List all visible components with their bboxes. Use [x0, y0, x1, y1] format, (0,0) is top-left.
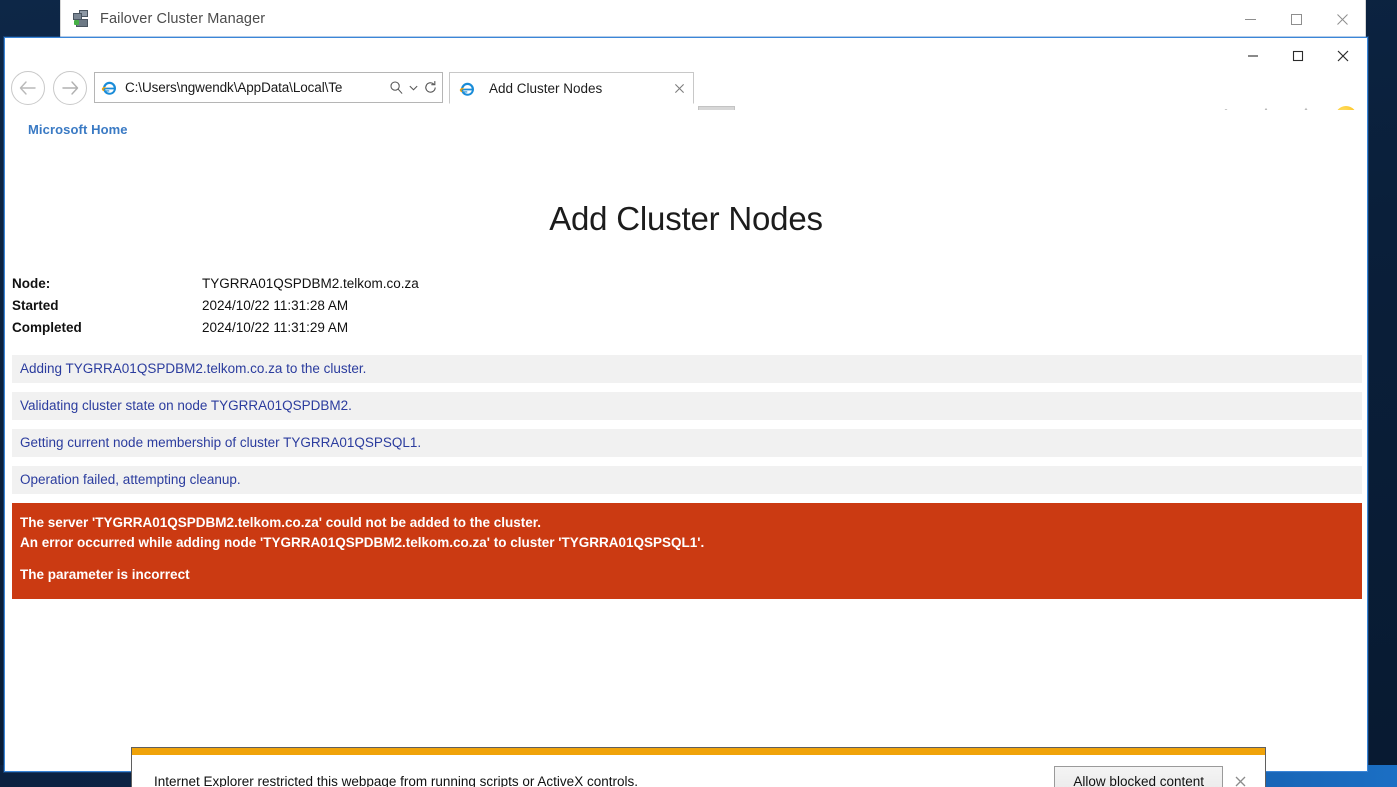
log-entry: Adding TYGRRA01QSPDBM2.telkom.co.za to t…	[12, 355, 1362, 383]
internet-explorer-icon	[458, 79, 477, 98]
notification-message: Internet Explorer restricted this webpag…	[154, 773, 638, 787]
address-bar[interactable]: C:\Users\ngwendk\AppData\Local\Te	[94, 72, 443, 103]
metadata-value: TYGRRA01QSPDBM2.telkom.co.za	[202, 276, 419, 291]
fcm-minimize-button[interactable]	[1227, 0, 1273, 38]
internet-explorer-icon	[100, 78, 119, 97]
metadata-value: 2024/10/22 11:31:28 AM	[202, 298, 349, 313]
fcm-maximize-button[interactable]	[1273, 0, 1319, 38]
forward-arrow-icon[interactable]	[53, 71, 87, 105]
back-arrow-icon[interactable]	[11, 71, 45, 105]
page-title: Add Cluster Nodes	[549, 200, 823, 237]
ie-navigation-row: C:\Users\ngwendk\AppData\Local\Te Add Cl…	[5, 66, 1367, 110]
chevron-down-icon[interactable]	[408, 82, 419, 93]
metadata-row: Completed 2024/10/22 11:31:29 AM	[12, 320, 1362, 342]
job-metadata: Node: TYGRRA01QSPDBM2.telkom.co.za Start…	[12, 276, 1362, 342]
refresh-icon[interactable]	[423, 80, 438, 95]
metadata-label: Started	[12, 298, 59, 313]
cluster-icon	[73, 10, 91, 28]
fcm-window-title: Failover Cluster Manager	[100, 11, 266, 27]
error-line-3: The parameter is incorrect	[20, 567, 190, 582]
webpage-content: Microsoft Home Add Cluster Nodes Node: T…	[6, 110, 1366, 771]
log-entry: Operation failed, attempting cleanup.	[12, 466, 1362, 494]
tab-close-icon[interactable]	[671, 80, 687, 96]
tab-label: Add Cluster Nodes	[489, 80, 603, 96]
failover-cluster-manager-window[interactable]: Failover Cluster Manager	[60, 0, 1366, 40]
microsoft-home-link[interactable]: Microsoft Home	[28, 122, 128, 137]
notification-accent-stripe	[132, 748, 1265, 755]
notification-bar: Internet Explorer restricted this webpag…	[131, 747, 1266, 787]
metadata-row: Started 2024/10/22 11:31:28 AM	[12, 298, 1362, 320]
internet-explorer-window[interactable]: C:\Users\ngwendk\AppData\Local\Te Add Cl…	[4, 37, 1368, 787]
metadata-label: Completed	[12, 320, 82, 335]
log-entry: Getting current node membership of clust…	[12, 429, 1362, 457]
fcm-close-button[interactable]	[1319, 0, 1365, 38]
error-line-2: An error occurred while adding node 'TYG…	[20, 535, 705, 550]
notification-body: Internet Explorer restricted this webpag…	[132, 755, 1265, 787]
log-entry: Validating cluster state on node TYGRRA0…	[12, 392, 1362, 420]
search-icon[interactable]	[389, 80, 404, 95]
allow-blocked-content-button[interactable]: Allow blocked content	[1054, 765, 1223, 787]
notification-close-icon[interactable]	[1223, 764, 1257, 787]
desktop-background: Failover Cluster Manager C:\Users\ngwend…	[0, 0, 1397, 787]
metadata-label: Node:	[12, 276, 51, 291]
error-message-box: The server 'TYGRRA01QSPDBM2.telkom.co.za…	[12, 503, 1362, 599]
error-spacer	[20, 553, 1354, 565]
tab-add-cluster-nodes[interactable]: Add Cluster Nodes	[449, 72, 694, 104]
address-bar-text[interactable]: C:\Users\ngwendk\AppData\Local\Te	[125, 80, 385, 95]
error-line-1: The server 'TYGRRA01QSPDBM2.telkom.co.za…	[20, 515, 542, 530]
fcm-titlebar[interactable]: Failover Cluster Manager	[61, 0, 1365, 38]
fcm-window-controls	[1227, 0, 1365, 38]
metadata-value: 2024/10/22 11:31:29 AM	[202, 320, 349, 335]
metadata-row: Node: TYGRRA01QSPDBM2.telkom.co.za	[12, 276, 1362, 298]
progress-log-list: Adding TYGRRA01QSPDBM2.telkom.co.za to t…	[12, 355, 1362, 599]
